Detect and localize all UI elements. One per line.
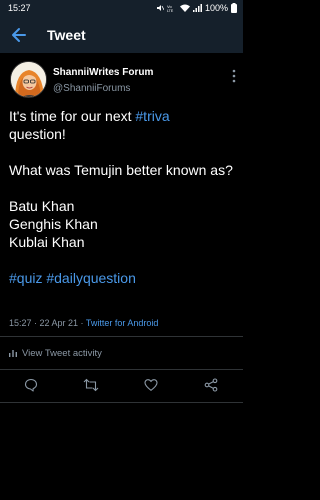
arrow-left-icon bbox=[12, 28, 26, 42]
divider bbox=[0, 336, 243, 337]
wifi-icon bbox=[179, 4, 190, 12]
battery-percent: 100% bbox=[204, 3, 228, 13]
tweet-action-bar bbox=[0, 376, 243, 394]
divider bbox=[0, 402, 243, 403]
retweet-icon bbox=[83, 378, 99, 392]
status-time: 15:27 bbox=[8, 3, 31, 13]
share-button[interactable] bbox=[202, 376, 220, 394]
answer-option: Genghis Khan bbox=[9, 216, 98, 232]
view-tweet-activity[interactable]: View Tweet activity bbox=[9, 346, 102, 360]
divider bbox=[0, 369, 243, 370]
answer-option: Kublai Khan bbox=[9, 234, 85, 250]
more-vertical-icon bbox=[232, 69, 236, 83]
share-icon bbox=[204, 378, 218, 392]
avatar[interactable] bbox=[10, 61, 47, 98]
page-title: Tweet bbox=[47, 27, 86, 43]
status-icons: Vo LTE 100% bbox=[156, 3, 237, 13]
signal-icon bbox=[192, 4, 202, 12]
reply-button[interactable] bbox=[22, 376, 40, 394]
view-tweet-activity-label: View Tweet activity bbox=[22, 347, 102, 359]
tweet-client-link[interactable]: Twitter for Android bbox=[86, 318, 159, 328]
mute-icon bbox=[156, 5, 164, 11]
hashtags[interactable]: #quiz #dailyquestion bbox=[9, 269, 241, 287]
top-app-bar: Tweet bbox=[0, 17, 243, 53]
tweet-line-question-label: question! bbox=[9, 126, 66, 142]
avatar-image bbox=[11, 62, 46, 97]
tweet-question: What was Temujin better known as? bbox=[9, 162, 233, 178]
battery-icon bbox=[231, 3, 237, 13]
tweet-text: It's time for our next #triva question! … bbox=[9, 107, 241, 287]
tweet-timestamp: 15:27 · 22 Apr 21 · bbox=[9, 318, 86, 328]
answer-option: Batu Khan bbox=[9, 198, 75, 214]
hashtag-triva[interactable]: #triva bbox=[135, 108, 169, 124]
tweet-meta: 15:27 · 22 Apr 21 · Twitter for Android bbox=[9, 318, 158, 328]
like-button[interactable] bbox=[142, 376, 160, 394]
back-button[interactable] bbox=[8, 25, 30, 45]
svg-text:LTE: LTE bbox=[167, 9, 174, 12]
author-name[interactable]: ShanniiWrites Forum bbox=[53, 67, 153, 78]
volte-icon: Vo LTE bbox=[167, 4, 174, 12]
more-options-button[interactable] bbox=[229, 67, 239, 85]
bar-chart-icon bbox=[9, 350, 17, 357]
status-bar: 15:27 Vo LTE 100% bbox=[0, 0, 243, 17]
author-handle[interactable]: @ShanniiForums bbox=[53, 83, 130, 94]
tweet-intro-text: It's time for our next bbox=[9, 108, 136, 124]
comment-icon bbox=[24, 378, 38, 392]
tweet-line-intro: It's time for our next #triva bbox=[9, 107, 241, 125]
retweet-button[interactable] bbox=[82, 376, 100, 394]
heart-icon bbox=[144, 379, 158, 391]
